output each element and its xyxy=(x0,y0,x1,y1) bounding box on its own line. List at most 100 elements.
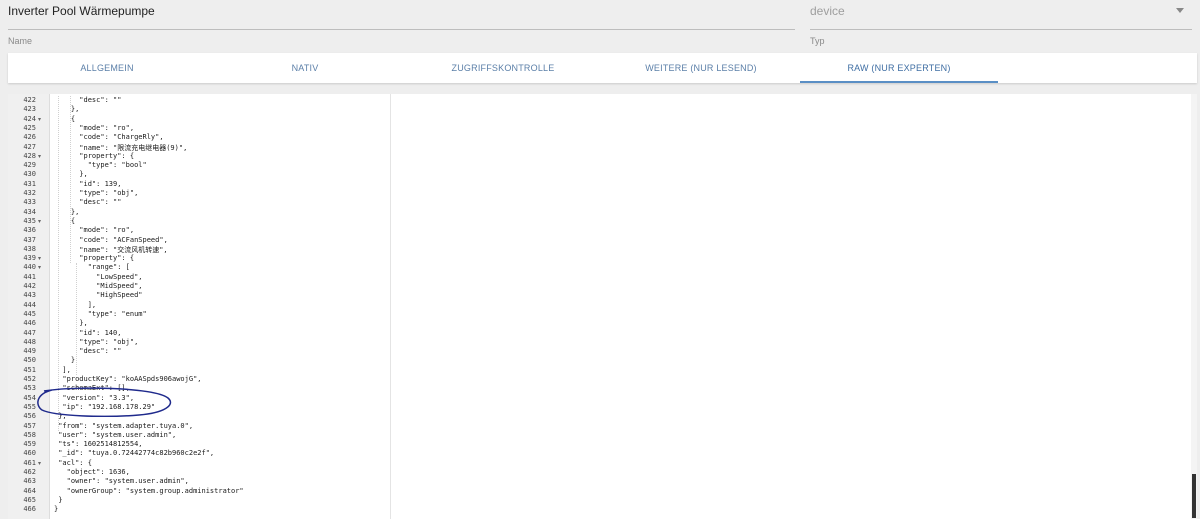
line-number: 456 xyxy=(23,412,36,421)
code-line[interactable]: "desc": "" xyxy=(54,96,121,104)
fold-toggle-icon[interactable]: ▾ xyxy=(38,116,41,123)
code-line[interactable]: "LowSpeed", xyxy=(54,273,142,281)
object-header: Inverter Pool Wärmepumpe Name device Typ xyxy=(0,0,1200,52)
name-field[interactable]: Inverter Pool Wärmepumpe Name xyxy=(8,4,795,50)
code-line[interactable]: "id": 140, xyxy=(54,329,121,337)
code-line[interactable]: "acl": { xyxy=(54,459,92,467)
line-number: 459 xyxy=(23,440,36,449)
tab-nativ[interactable]: NATIV xyxy=(206,53,404,83)
line-number: 438 xyxy=(23,244,36,253)
tab-raw[interactable]: RAW (NUR EXPERTEN) xyxy=(800,53,998,83)
line-number: 436 xyxy=(23,226,36,235)
indent-guide xyxy=(58,96,59,431)
name-input[interactable]: Inverter Pool Wärmepumpe xyxy=(8,4,155,18)
line-number: 450 xyxy=(23,356,36,365)
code-line[interactable]: "id": 139, xyxy=(54,180,121,188)
line-number: 461 xyxy=(23,458,36,467)
line-number: 422 xyxy=(23,96,36,104)
code-line[interactable]: "MidSpeed", xyxy=(54,282,142,290)
line-number: 463 xyxy=(23,477,36,486)
fold-toggle-icon[interactable]: ▾ xyxy=(38,153,41,160)
fold-toggle-icon[interactable]: ▾ xyxy=(38,218,41,225)
raw-json-editor[interactable]: 422 423 424 ▾ 425 426 427 428 ▾ 429 430 431 432 433 43… xyxy=(8,94,1197,519)
line-number: 462 xyxy=(23,468,36,476)
code-line[interactable]: "ts": 1602514812554, xyxy=(54,440,142,448)
line-number: 454 xyxy=(23,393,36,402)
line-number: 433 xyxy=(23,198,36,207)
line-number: 437 xyxy=(23,235,36,244)
tab-weitere[interactable]: WEITERE (NUR LESEND) xyxy=(602,53,800,83)
code-line[interactable]: "code": "ACFanSpeed", xyxy=(54,236,168,244)
fold-toggle-icon[interactable]: ▾ xyxy=(38,460,41,467)
editor-scrollbar[interactable] xyxy=(1191,94,1197,519)
code-line[interactable]: "productKey": "koAASpds906awojG", xyxy=(54,375,201,383)
annotation-circle xyxy=(37,387,172,417)
code-line[interactable]: "desc": "" xyxy=(54,198,121,206)
fold-toggle-icon[interactable]: ▾ xyxy=(38,255,41,262)
line-number: 442 xyxy=(23,282,36,290)
tab-allgemein[interactable]: ALLGEMEIN xyxy=(8,53,206,83)
line-number: 457 xyxy=(23,421,36,430)
code-line[interactable]: "type": "obj", xyxy=(54,189,138,197)
code-area[interactable]: "desc": "" }, { "mode": "ro", "code": "C… xyxy=(50,94,391,519)
name-underline xyxy=(8,29,795,30)
code-line[interactable]: "mode": "ro", xyxy=(54,124,134,132)
code-line[interactable]: "object": 1636, xyxy=(54,468,130,476)
line-number: 427 xyxy=(23,142,36,151)
line-number: 448 xyxy=(23,337,36,346)
code-line[interactable]: "type": "enum" xyxy=(54,310,147,318)
line-number-gutter: 422 423 424 ▾ 425 426 427 428 ▾ 429 430 431 432 433 43… xyxy=(8,94,50,519)
line-number: 428 xyxy=(23,151,36,160)
line-number: 458 xyxy=(23,430,36,439)
type-label: Typ xyxy=(810,36,825,46)
code-line[interactable]: "type": "obj", xyxy=(54,338,138,346)
line-number: 424 xyxy=(23,114,36,123)
code-line[interactable]: "_id": "tuya.0.72442774c82b960c2e2f", xyxy=(54,449,214,457)
line-number: 455 xyxy=(23,402,36,411)
code-line[interactable]: ], xyxy=(54,366,70,374)
code-line[interactable]: "range": [ xyxy=(54,263,130,271)
code-line[interactable]: "property": { xyxy=(54,254,134,262)
code-line[interactable]: "HighSpeed" xyxy=(54,291,142,299)
type-underline xyxy=(810,29,1192,30)
line-number: 434 xyxy=(23,207,36,216)
code-line[interactable]: "ownerGroup": "system.group.administrato… xyxy=(54,487,244,495)
line-number: 449 xyxy=(23,347,36,356)
code-line[interactable]: "type": "bool" xyxy=(54,161,147,169)
tab-zugriffskontrolle[interactable]: ZUGRIFFSKONTROLLE xyxy=(404,53,602,83)
line-number: 452 xyxy=(23,375,36,383)
line-number: 432 xyxy=(23,189,36,197)
line-number: 465 xyxy=(23,495,36,504)
line-number: 447 xyxy=(23,328,36,337)
fold-toggle-icon[interactable]: ▾ xyxy=(38,264,41,271)
indent-guide xyxy=(70,96,71,264)
type-select-value[interactable]: device xyxy=(810,4,845,18)
code-line[interactable]: "user": "system.user.admin", xyxy=(54,431,176,439)
dropdown-arrow-icon[interactable] xyxy=(1176,8,1184,13)
code-line[interactable]: "mode": "ro", xyxy=(54,226,134,234)
line-number: 425 xyxy=(23,123,36,132)
code-line[interactable]: "property": { xyxy=(54,152,134,160)
name-label: Name xyxy=(8,36,33,46)
line-number: 446 xyxy=(23,319,36,328)
line-number: 460 xyxy=(23,449,36,458)
line-number: 444 xyxy=(23,300,36,309)
line-number: 445 xyxy=(23,309,36,318)
editor-empty-area xyxy=(391,94,1197,519)
line-number: 439 xyxy=(23,254,36,263)
tab-bar: ALLGEMEIN NATIV ZUGRIFFSKONTROLLE WEITER… xyxy=(8,53,1197,83)
code-line[interactable]: "owner": "system.user.admin", xyxy=(54,477,189,485)
line-number: 466 xyxy=(23,505,36,514)
code-line[interactable]: } xyxy=(54,505,58,513)
line-number: 435 xyxy=(23,216,36,225)
scrollbar-thumb[interactable] xyxy=(1192,474,1196,518)
code-line[interactable]: "from": "system.adapter.tuya.0", xyxy=(54,422,193,430)
type-select[interactable]: device Typ xyxy=(810,4,1192,50)
code-line[interactable]: } xyxy=(54,496,62,504)
line-number: 429 xyxy=(23,161,36,170)
code-line[interactable]: "desc": "" xyxy=(54,347,121,355)
code-line[interactable]: }, xyxy=(54,319,87,327)
line-number: 453 xyxy=(23,384,36,393)
line-number: 441 xyxy=(23,272,36,281)
line-number: 451 xyxy=(23,365,36,374)
